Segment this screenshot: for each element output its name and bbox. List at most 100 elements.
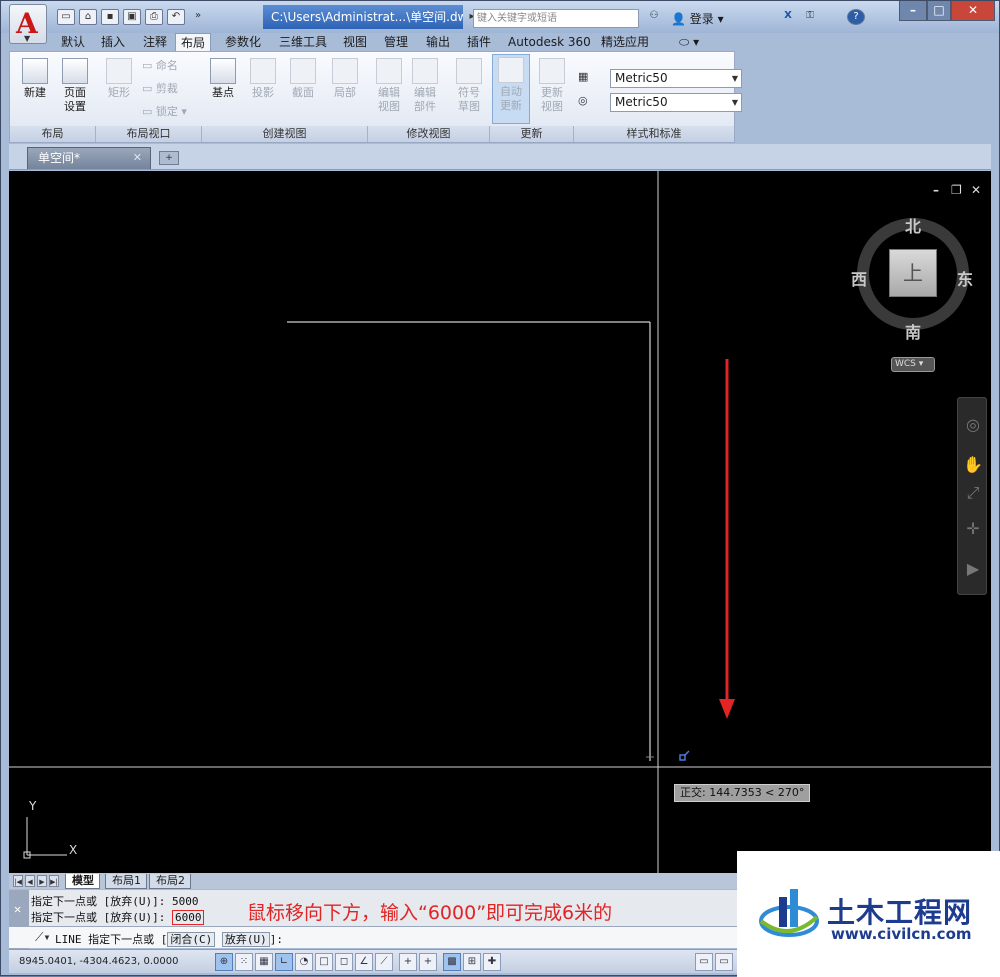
dynamic-ucs-icon[interactable]: ⟋ bbox=[375, 953, 393, 971]
wcs-menu[interactable]: WCS ▾ bbox=[891, 357, 935, 372]
compass-north[interactable]: 北 bbox=[905, 213, 921, 237]
detail-view-button[interactable]: 局部 bbox=[328, 58, 362, 100]
rectangle-viewport-button[interactable]: 矩形 bbox=[102, 58, 136, 100]
help-icon[interactable]: ? bbox=[847, 9, 865, 25]
drawing-canvas[interactable]: – ❐ ✕ 上 北 南 西 东 WCS ▾ ◎ ✋ ⤢ ✛ ▶ 正交: 144.… bbox=[9, 171, 991, 873]
update-view-label-2: 视图 bbox=[541, 100, 563, 113]
3d-object-snap-icon[interactable]: ◻ bbox=[335, 953, 353, 971]
base-view-button[interactable]: 基点 bbox=[206, 58, 240, 100]
section-view-button[interactable]: 截面 bbox=[286, 58, 320, 100]
last-tab-icon[interactable]: ▶| bbox=[49, 875, 59, 887]
ribbon-minimize-icon[interactable]: ⬭ ▾ bbox=[679, 33, 699, 51]
key-icon[interactable]: ⚿ bbox=[801, 9, 819, 25]
showmotion-icon[interactable]: ▶ bbox=[962, 558, 984, 580]
auto-update-button[interactable]: 自动 更新 bbox=[492, 54, 530, 124]
viewport-minimize-icon[interactable]: – bbox=[933, 183, 939, 197]
steering-wheel-icon[interactable]: ◎ bbox=[962, 414, 984, 436]
login-button[interactable]: 👤 登录 ▾ bbox=[671, 10, 724, 27]
lock-viewport-button[interactable]: ▭ 锁定 ▾ bbox=[142, 105, 187, 119]
detail-view-icon bbox=[332, 58, 358, 84]
grid-display-icon[interactable]: ▦ bbox=[255, 953, 273, 971]
tab-annotate[interactable]: 注释 bbox=[143, 33, 167, 51]
tab-featured-apps[interactable]: 精选应用 bbox=[601, 33, 649, 51]
more-quick-access-icon[interactable]: » bbox=[189, 9, 207, 25]
tab-manage[interactable]: 管理 bbox=[384, 33, 408, 51]
tab-layout[interactable]: 布局 bbox=[175, 33, 212, 51]
quick-properties-icon[interactable]: ⊞ bbox=[463, 953, 481, 971]
new-layout-button[interactable]: 新建 bbox=[18, 58, 52, 100]
minimize-button[interactable]: – bbox=[899, 1, 927, 21]
document-tab[interactable]: 单空间* ✕ bbox=[27, 147, 151, 169]
tab-insert[interactable]: 插入 bbox=[101, 33, 125, 51]
orbit-icon[interactable]: ✛ bbox=[962, 518, 984, 540]
page-setup-button[interactable]: 页面 设置 bbox=[58, 58, 92, 114]
tab-autodesk-360[interactable]: Autodesk 360 bbox=[508, 33, 591, 51]
tab-3d-tools[interactable]: 三维工具 bbox=[279, 33, 327, 51]
option-undo[interactable]: 放弃(U) bbox=[221, 932, 270, 947]
viewport-restore-icon[interactable]: ❐ bbox=[951, 183, 962, 197]
selection-cycling-icon[interactable]: ✚ bbox=[483, 953, 501, 971]
edit-components-button[interactable]: 编辑 部件 bbox=[408, 58, 442, 114]
undo-icon[interactable]: ↶ bbox=[167, 9, 185, 25]
ortho-mode-icon[interactable]: ∟ bbox=[275, 953, 293, 971]
dynamic-input-icon[interactable]: + bbox=[399, 953, 417, 971]
maximize-button[interactable]: □ bbox=[927, 1, 951, 21]
command-prompt: LINE 指定下一点或 [闭合(C) 放弃(U)]: bbox=[55, 931, 283, 947]
new-document-tab-button[interactable]: + bbox=[159, 151, 179, 165]
application-menu-button[interactable]: A ▼ bbox=[9, 4, 47, 44]
viewcube-top-face[interactable]: 上 bbox=[889, 249, 937, 297]
rename-viewport-button[interactable]: ▭ 命名 bbox=[142, 59, 178, 73]
tab-model[interactable]: 模型 bbox=[65, 874, 100, 889]
update-view-button[interactable]: 更新 视图 bbox=[534, 58, 570, 114]
tab-default[interactable]: 默认 bbox=[61, 33, 85, 51]
section-style-combo[interactable]: Metric50 ▼ bbox=[610, 69, 742, 88]
exchange-icon[interactable]: X bbox=[779, 9, 797, 25]
first-tab-icon[interactable]: |◀ bbox=[13, 875, 23, 887]
transparency-icon[interactable]: ▩ bbox=[443, 953, 461, 971]
compass-west[interactable]: 西 bbox=[851, 266, 867, 290]
snap-mode-icon[interactable]: ⁙ bbox=[235, 953, 253, 971]
symbol-sketch-button[interactable]: 符号 草图 bbox=[452, 58, 486, 114]
compass-south[interactable]: 南 bbox=[905, 319, 921, 343]
prev-tab-icon[interactable]: ◀ bbox=[25, 875, 35, 887]
close-icon[interactable]: ✕ bbox=[14, 902, 21, 916]
tab-layout1[interactable]: 布局1 bbox=[105, 874, 147, 889]
tab-layout2[interactable]: 布局2 bbox=[149, 874, 191, 889]
detail-style-combo[interactable]: Metric50 ▼ bbox=[610, 93, 742, 112]
detail-style-value: Metric50 bbox=[615, 95, 668, 109]
edit-view-button[interactable]: 编辑 视图 bbox=[372, 58, 406, 114]
new-file-icon[interactable]: ▭ bbox=[57, 9, 75, 25]
binoculars-icon[interactable]: ⚇ bbox=[645, 9, 663, 25]
snap-tracking-icon[interactable]: ∠ bbox=[355, 953, 373, 971]
option-close[interactable]: 闭合(C) bbox=[167, 932, 216, 947]
chevron-down-icon: ▼ bbox=[24, 34, 31, 43]
section-style-icon[interactable]: ▦ bbox=[578, 70, 588, 84]
polar-tracking-icon[interactable]: ◔ bbox=[295, 953, 313, 971]
tab-plugins[interactable]: 插件 bbox=[467, 33, 491, 51]
edit-components-label-2: 部件 bbox=[414, 100, 436, 113]
clip-viewport-button[interactable]: ▭ 剪裁 bbox=[142, 82, 178, 96]
open-file-icon[interactable]: ⌂ bbox=[79, 9, 97, 25]
save-as-icon[interactable]: ▣ bbox=[123, 9, 141, 25]
search-input[interactable]: 键入关键字或短语 bbox=[473, 9, 639, 28]
zoom-extents-icon[interactable]: ⤢ bbox=[962, 482, 984, 504]
tab-parametric[interactable]: 参数化 bbox=[225, 33, 261, 51]
pan-hand-icon[interactable]: ✋ bbox=[962, 454, 984, 476]
object-snap-icon[interactable]: □ bbox=[315, 953, 333, 971]
lineweight-icon[interactable]: + bbox=[419, 953, 437, 971]
layout-space-icon[interactable]: ▭ bbox=[715, 953, 733, 971]
detail-style-icon[interactable]: ◎ bbox=[578, 94, 588, 108]
tab-output[interactable]: 输出 bbox=[426, 33, 450, 51]
close-icon[interactable]: ✕ bbox=[133, 148, 142, 168]
tab-view[interactable]: 视图 bbox=[343, 33, 367, 51]
model-space-icon[interactable]: ▭ bbox=[695, 953, 713, 971]
next-tab-icon[interactable]: ▶ bbox=[37, 875, 47, 887]
command-input[interactable]: ⟋▾ LINE 指定下一点或 [闭合(C) 放弃(U)]: bbox=[9, 926, 737, 948]
viewport-close-icon[interactable]: ✕ bbox=[971, 183, 981, 197]
close-button[interactable]: ✕ bbox=[951, 1, 995, 21]
compass-east[interactable]: 东 bbox=[957, 266, 973, 290]
infer-constraints-icon[interactable]: ⊕ bbox=[215, 953, 233, 971]
projected-view-button[interactable]: 投影 bbox=[246, 58, 280, 100]
save-icon[interactable]: ▪ bbox=[101, 9, 119, 25]
print-icon[interactable]: ⎙ bbox=[145, 9, 163, 25]
